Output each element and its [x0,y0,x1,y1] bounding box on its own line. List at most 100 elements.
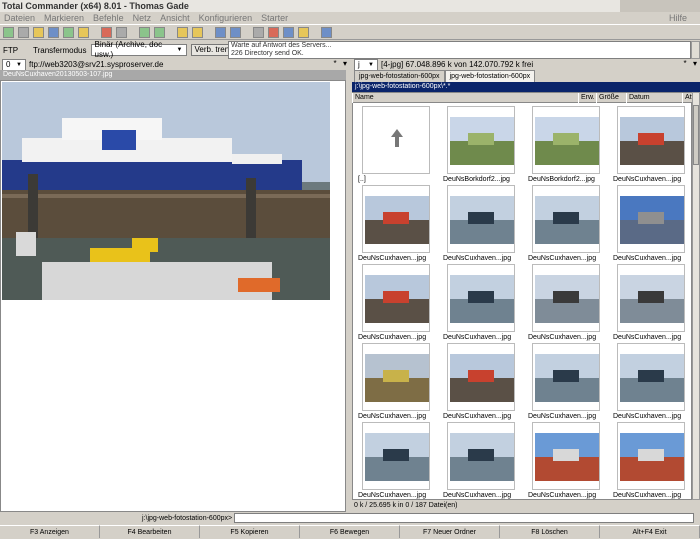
file-thumbnail-item[interactable]: DeuNsCuxhaven...jpg [528,420,608,500]
back-icon[interactable] [139,26,150,38]
f5-copy-button[interactable]: F5 Kopieren [200,525,300,538]
menu-befehle[interactable]: Befehle [93,12,124,24]
file-thumbnail-item[interactable]: DeuNsBorkdorf2...jpg [528,104,608,184]
window-title-text: Total Commander (x64) 8.01 - Thomas Gade [2,1,189,11]
right-drive-select[interactable]: j ▼ [354,58,378,71]
pack-icon[interactable] [63,26,74,38]
thumbnail-picture [365,354,429,402]
tree-icon[interactable] [33,26,44,38]
tools-icon[interactable] [283,26,294,38]
file-thumbnail-item[interactable]: DeuNsCuxhaven...jpg [358,341,438,421]
image-thumbnail [447,106,515,174]
image-thumbnail [447,422,515,490]
menu-ansicht[interactable]: Ansicht [160,12,190,24]
f8-delete-button[interactable]: F8 Löschen [500,525,600,538]
tab-folder-1[interactable]: jpg-web-fotostation-600px [354,70,445,82]
file-thumbnail-item[interactable]: DeuNsBorkdorf2...jpg [443,104,523,184]
folder-star-icon[interactable] [192,26,203,38]
right-tabs: jpg-web-fotostation-600px jpg-web-fotost… [354,70,536,82]
thumbnail-picture [535,196,599,244]
right-path-text: j:\jpg-web-fotostation-600px\*.* [355,83,451,90]
unpack-icon[interactable] [78,26,89,38]
file-thumbnail-item[interactable]: DeuNsCuxhaven...jpg [613,341,693,421]
file-thumbnail-item[interactable]: DeuNsCuxhaven...jpg [613,262,693,342]
file-thumbnail-item[interactable]: DeuNsCuxhaven...jpg [443,420,523,500]
folder-icon[interactable] [177,26,188,38]
command-input[interactable] [234,513,695,523]
file-thumbnail-item[interactable]: DeuNsCuxhaven...jpg [358,262,438,342]
left-history-icon[interactable]: ▾ [340,59,350,69]
menu-dateien[interactable]: Dateien [4,12,35,24]
file-thumbnail-item[interactable]: DeuNsCuxhaven...jpg [528,262,608,342]
sync-icon[interactable] [230,26,241,38]
exit-button[interactable]: Alt+F4 Exit [600,525,700,538]
right-hotlist-icon[interactable]: * [680,59,690,69]
thumbnail-picture [620,196,684,244]
left-drive-letter: 0 [6,59,11,69]
file-thumbnail-item[interactable]: DeuNsCuxhaven...jpg [613,104,693,184]
file-thumbnail-item[interactable]: DeuNsCuxhaven...jpg [443,262,523,342]
multi-rename-icon[interactable] [268,26,279,38]
right-history-icon[interactable]: ▾ [690,59,700,69]
file-thumbnail-item[interactable]: DeuNsCuxhaven...jpg [613,183,693,263]
thumbnail-icon[interactable] [48,26,59,38]
menu-konfigurieren[interactable]: Konfigurieren [199,12,253,24]
file-name-label: DeuNsCuxhaven...jpg [613,492,682,499]
thumbnail-picture [620,117,684,165]
col-date[interactable]: Datum [626,93,682,103]
right-scrollbar[interactable] [692,92,700,500]
left-hotlist-icon[interactable]: * [330,59,340,69]
left-drive-select[interactable]: 0 ▼ [2,58,26,71]
left-file-name: DeuNsCuxhaven20130503-107.jpg [3,71,113,78]
col-name[interactable]: Name [352,93,578,103]
menu-starter[interactable]: Starter [261,12,288,24]
file-thumbnail-item[interactable]: DeuNsCuxhaven...jpg [358,420,438,500]
image-thumbnail [362,343,430,411]
command-path-label: j:\jpg-web-fotostation-600px> [142,514,233,522]
tab-folder-2[interactable]: jpg-web-fotostation-600px [444,70,536,82]
thumbnail-picture [620,275,684,323]
thumbnail-picture [450,433,514,481]
file-thumbnail-item[interactable]: DeuNsCuxhaven...jpg [528,341,608,421]
right-path-header[interactable]: j:\jpg-web-fotostation-600px\*.* [352,82,700,92]
quick-view-image [2,82,330,300]
view-icon[interactable] [18,26,29,38]
file-thumbnail-item[interactable]: DeuNsCuxhaven...jpg [443,341,523,421]
f3-view-button[interactable]: F3 Anzeigen [0,525,100,538]
file-thumbnail-item[interactable]: DeuNsCuxhaven...jpg [613,420,693,500]
image-thumbnail [617,343,685,411]
compare-icon[interactable] [215,26,226,38]
image-thumbnail [617,264,685,332]
help-icon[interactable] [321,26,332,38]
col-size[interactable]: Größe [596,93,626,103]
notepad-icon[interactable] [298,26,309,38]
right-drive-letter: j [358,59,360,69]
col-ext[interactable]: Erw. [578,93,596,103]
thumbnail-picture [535,433,599,481]
forward-icon[interactable] [154,26,165,38]
transfer-mode-select[interactable]: Binär (Archive, doc usw.) ▼ [90,40,187,59]
image-thumbnail [447,264,515,332]
menu-netz[interactable]: Netz [133,12,152,24]
ftp-connect-icon[interactable] [101,26,112,38]
f6-move-button[interactable]: F6 Bewegen [300,525,400,538]
scroll-thumb[interactable] [693,105,699,165]
image-thumbnail [532,343,600,411]
file-thumbnail-item[interactable]: DeuNsCuxhaven...jpg [528,183,608,263]
menu-hilfe[interactable]: Hilfe [669,12,687,24]
f4-edit-button[interactable]: F4 Bearbeiten [100,525,200,538]
search-icon[interactable] [253,26,264,38]
thumbnail-picture [620,433,684,481]
menu-markieren[interactable]: Markieren [44,12,84,24]
file-thumbnail-item[interactable]: DeuNsCuxhaven...jpg [443,183,523,263]
thumbnail-picture [450,196,514,244]
log-scrollbar[interactable] [691,41,700,59]
thumbnail-picture [620,354,684,402]
refresh-icon[interactable] [3,26,14,38]
f7-new-folder-button[interactable]: F7 Neuer Ordner [400,525,500,538]
file-thumbnail-item[interactable]: [..] [358,104,438,184]
file-thumbnail-item[interactable]: DeuNsCuxhaven...jpg [358,183,438,263]
ftp-new-icon[interactable] [116,26,127,38]
left-path-header[interactable]: DeuNsCuxhaven20130503-107.jpg [0,70,346,80]
image-thumbnail [532,106,600,174]
